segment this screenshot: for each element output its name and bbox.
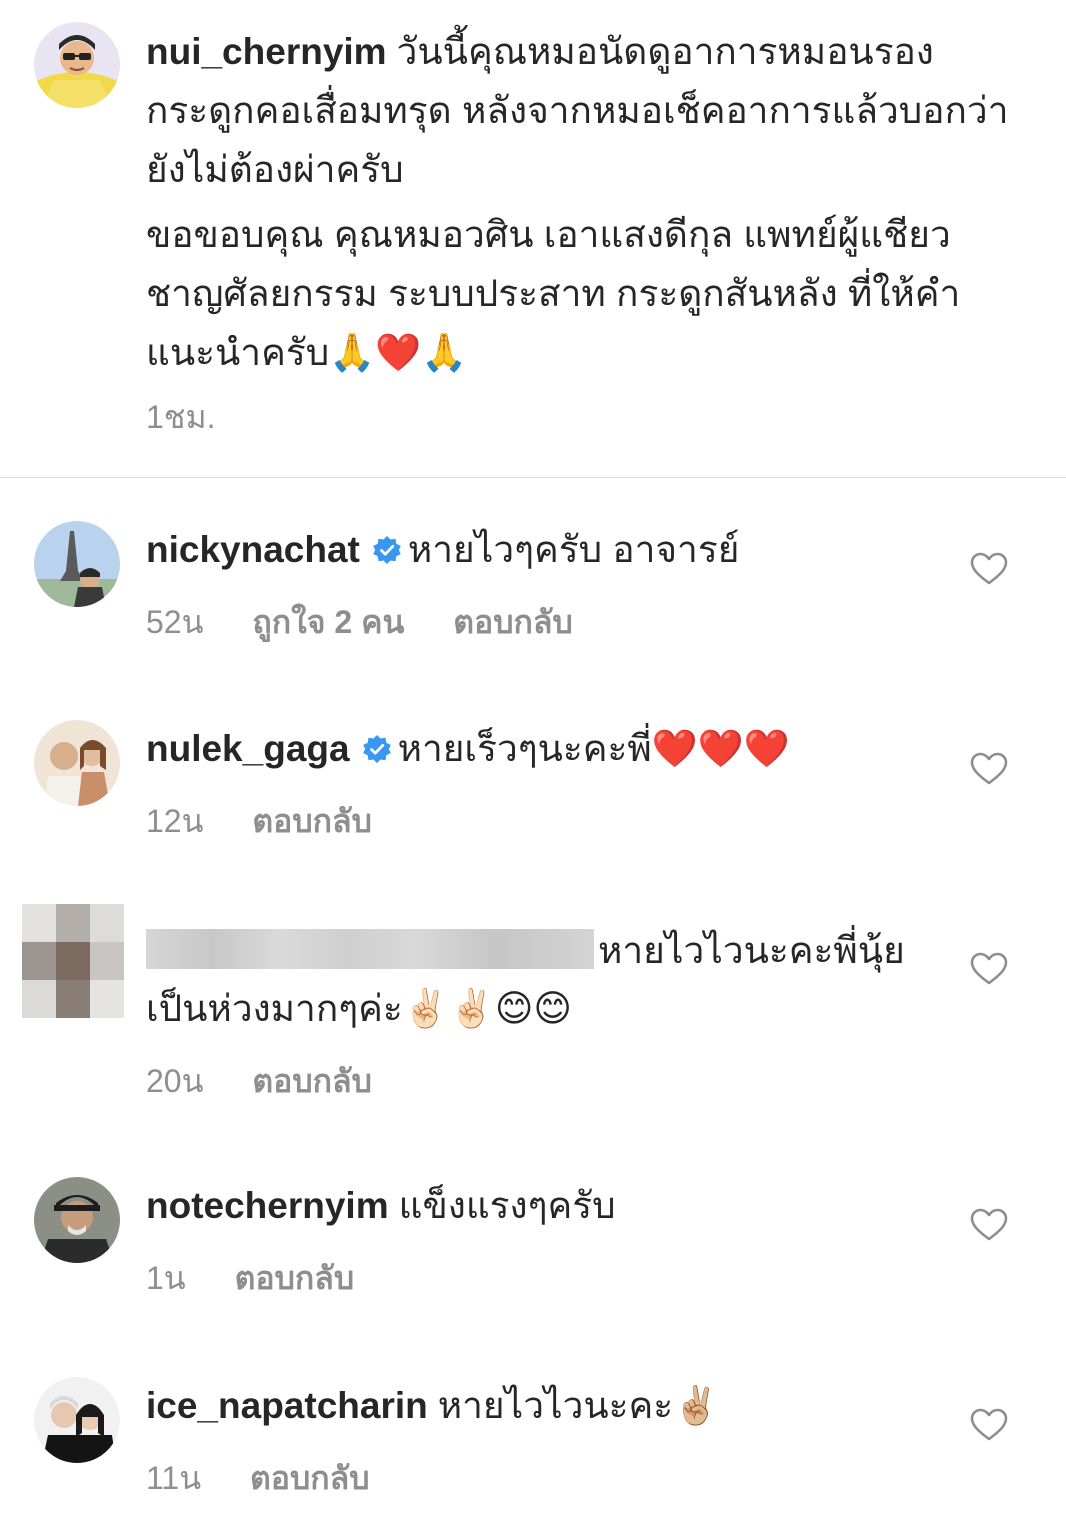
- caption-paragraph: nui_chernyim วันนี้คุณหมอนัดดูอาการหมอนรอ…: [146, 22, 1026, 199]
- like-heart-icon[interactable]: [970, 952, 1008, 986]
- verified-badge-icon: [362, 734, 392, 764]
- redacted-username[interactable]: [146, 929, 594, 969]
- caption-text: nui_chernyim วันนี้คุณหมอนัดดูอาการหมอนรอ…: [146, 22, 1026, 382]
- caption-username[interactable]: nui_chernyim: [146, 31, 387, 72]
- comment-meta: 11น ตอบกลับ: [146, 1453, 410, 1504]
- post-caption: nui_chernyim วันนี้คุณหมอนัดดูอาการหมอนรอ…: [0, 0, 1066, 478]
- comment-timestamp: 12น: [146, 803, 204, 839]
- comment-username[interactable]: nulek_gaga: [146, 728, 350, 769]
- comment-body: หายไวไวนะคะ✌🏼: [437, 1385, 720, 1426]
- comment-meta: 12น ตอบกลับ: [146, 796, 412, 847]
- comment-body: หายไวๆครับ อาจารย์: [407, 529, 740, 570]
- avatar-image: [34, 1177, 120, 1263]
- reply-button[interactable]: ตอบกลับ: [235, 1260, 355, 1296]
- reply-button[interactable]: ตอบกลับ: [252, 1063, 372, 1099]
- comment-username[interactable]: notechernyim: [146, 1185, 389, 1226]
- comment-meta: 1น ตอบกลับ: [146, 1253, 394, 1304]
- comment-meta: 20น ตอบกลับ: [146, 1056, 412, 1107]
- like-heart-icon[interactable]: [970, 1408, 1008, 1442]
- comment-timestamp: 20น: [146, 1063, 204, 1099]
- comment-timestamp: 52น: [146, 604, 204, 640]
- comment-text: nickynachat หายไวๆครับ อาจารย์: [146, 521, 946, 579]
- comment-text: ice_napatcharin หายไวไวนะคะ✌🏼: [146, 1377, 946, 1435]
- comment-username[interactable]: nickynachat: [146, 529, 360, 570]
- verified-badge-icon: [372, 535, 402, 565]
- comment-text: หายไวไวนะคะพี่นุ้ย เป็นห่วงมากๆค่ะ✌🏻✌🏻😊😊: [146, 922, 946, 1038]
- comment-meta: 52น ถูกใจ 2 คน ตอบกลับ: [146, 597, 613, 648]
- comment-text: notechernyim แข็งแรงๆครับ: [146, 1177, 946, 1235]
- reply-button[interactable]: ตอบกลับ: [252, 803, 372, 839]
- avatar[interactable]: [22, 904, 124, 1018]
- divider: [0, 477, 1066, 478]
- caption-text-line2: ขอขอบคุณ คุณหมอวศิน เอาแสงดีกุล แพทย์ผู้…: [146, 214, 961, 373]
- avatar[interactable]: [34, 1377, 120, 1463]
- comment-timestamp: 1น: [146, 1260, 186, 1296]
- like-heart-icon[interactable]: [970, 552, 1008, 586]
- comment-body: หายเร็วๆนะคะพี่❤️❤️❤️: [397, 728, 790, 769]
- avatar[interactable]: [34, 720, 120, 806]
- avatar[interactable]: [34, 521, 120, 607]
- caption-timestamp: 1ชม.: [146, 399, 216, 435]
- avatar[interactable]: [34, 22, 120, 108]
- reply-button[interactable]: ตอบกลับ: [453, 604, 573, 640]
- comment-likes-count[interactable]: ถูกใจ 2 คน: [252, 604, 404, 640]
- caption-paragraph: ขอขอบคุณ คุณหมอวศิน เอาแสงดีกุล แพทย์ผู้…: [146, 205, 1026, 382]
- comment-timestamp: 11น: [146, 1460, 202, 1496]
- avatar-image: [34, 1377, 120, 1463]
- like-heart-icon[interactable]: [970, 752, 1008, 786]
- avatar-image: [34, 22, 120, 108]
- avatar-image: [34, 521, 120, 607]
- avatar-image: [34, 720, 120, 806]
- comment-username[interactable]: ice_napatcharin: [146, 1385, 428, 1426]
- reply-button[interactable]: ตอบกลับ: [250, 1460, 370, 1496]
- comment-text: nulek_gaga หายเร็วๆนะคะพี่❤️❤️❤️: [146, 720, 946, 778]
- avatar[interactable]: [34, 1177, 120, 1263]
- comment-body: แข็งแรงๆครับ: [398, 1185, 616, 1226]
- like-heart-icon[interactable]: [970, 1208, 1008, 1242]
